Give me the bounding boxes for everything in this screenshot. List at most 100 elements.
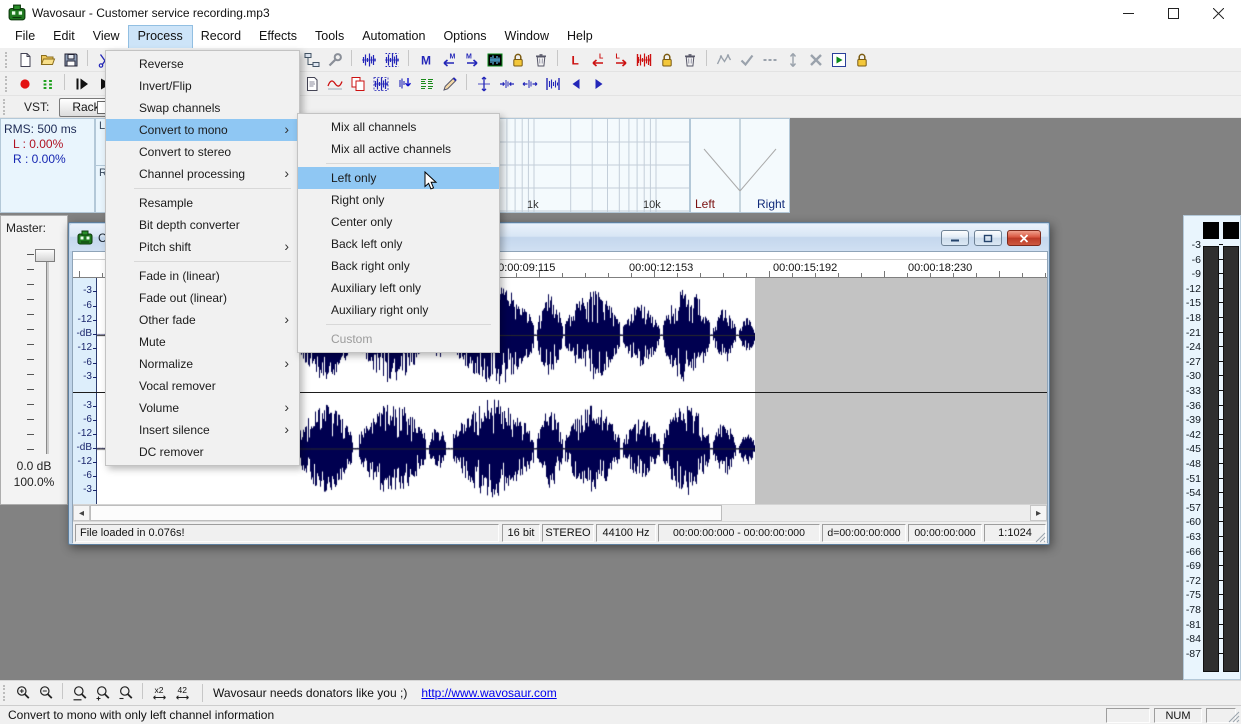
menu-item-mix-all-active-channels[interactable]: Mix all active channels xyxy=(298,138,499,160)
document-restore-button[interactable] xyxy=(974,230,1002,246)
menu-tools[interactable]: Tools xyxy=(306,26,353,48)
menu-item-resample[interactable]: Resample xyxy=(106,192,299,214)
menu-item-swap-channels[interactable]: Swap channels xyxy=(106,97,299,119)
zoom-vertical-button[interactable] xyxy=(472,74,495,94)
zoom-out-wave-button[interactable] xyxy=(518,74,541,94)
resize-grip-icon[interactable] xyxy=(1227,710,1240,723)
marker-view-button[interactable] xyxy=(483,50,506,70)
menu-help[interactable]: Help xyxy=(558,26,602,48)
batch-processor-button[interactable] xyxy=(300,50,323,70)
menu-item-normalize[interactable]: Normalize› xyxy=(106,353,299,375)
menu-item-right-only[interactable]: Right only xyxy=(298,189,499,211)
menu-item-auxiliary-right-only[interactable]: Auxiliary right only xyxy=(298,299,499,321)
next-marker-button[interactable]: M xyxy=(460,50,483,70)
open-file-button[interactable] xyxy=(36,50,59,70)
menu-item-convert-to-mono[interactable]: Convert to mono› xyxy=(106,119,299,141)
zoom-in-button[interactable] xyxy=(11,683,34,703)
next-loop-button[interactable]: L xyxy=(609,50,632,70)
zoom-full-button[interactable] xyxy=(68,683,91,703)
menu-view[interactable]: View xyxy=(84,26,129,48)
menu-item-channel-processing[interactable]: Channel processing› xyxy=(106,163,299,185)
zoom-in-wave-button[interactable] xyxy=(495,74,518,94)
draw-button[interactable] xyxy=(438,74,461,94)
statistics-button[interactable] xyxy=(300,74,323,94)
scrollbar-thumb[interactable] xyxy=(90,505,722,521)
copy-special-button[interactable] xyxy=(346,74,369,94)
monitor-button[interactable] xyxy=(36,74,59,94)
menu-item-insert-silence[interactable]: Insert silence› xyxy=(106,419,299,441)
minimize-button[interactable] xyxy=(1106,0,1151,26)
close-button[interactable] xyxy=(1196,0,1241,26)
wave-tool-1-button[interactable] xyxy=(357,50,380,70)
wave-select-button[interactable] xyxy=(369,74,392,94)
menu-item-auxiliary-left-only[interactable]: Auxiliary left only xyxy=(298,277,499,299)
lock-loops-button[interactable] xyxy=(655,50,678,70)
go-start-button[interactable] xyxy=(564,74,587,94)
menu-options[interactable]: Options xyxy=(434,26,495,48)
menu-item-bit-depth-converter[interactable]: Bit depth converter xyxy=(106,214,299,236)
scroll-right-arrow[interactable]: ▸ xyxy=(1030,505,1047,521)
options-wrench-button[interactable] xyxy=(323,50,346,70)
wavosaur-link[interactable]: http://www.wavosaur.com xyxy=(421,686,556,700)
master-fader-tick xyxy=(27,329,34,330)
loop-view-button[interactable] xyxy=(632,50,655,70)
menu-item-dc-remover[interactable]: DC remover xyxy=(106,441,299,463)
lock-markers-button[interactable] xyxy=(506,50,529,70)
zoom-x2-button[interactable]: x2 xyxy=(148,683,171,703)
meter-scale-label: -9 xyxy=(1184,269,1201,279)
go-end-button[interactable] xyxy=(587,74,610,94)
right-clip-indicator[interactable] xyxy=(1223,222,1239,239)
menu-process[interactable]: Process xyxy=(129,26,192,48)
menu-item-pitch-shift[interactable]: Pitch shift› xyxy=(106,236,299,258)
previous-marker-button[interactable]: M xyxy=(437,50,460,70)
delete-markers-button[interactable] xyxy=(529,50,552,70)
menu-item-other-fade[interactable]: Other fade› xyxy=(106,309,299,331)
menu-window[interactable]: Window xyxy=(496,26,558,48)
menu-item-volume[interactable]: Volume› xyxy=(106,397,299,419)
menu-item-fade-out-linear[interactable]: Fade out (linear) xyxy=(106,287,299,309)
menu-item-center-only[interactable]: Center only xyxy=(298,211,499,233)
menu-effects[interactable]: Effects xyxy=(250,26,306,48)
zoom-out-button[interactable] xyxy=(34,683,57,703)
master-fader-track[interactable] xyxy=(46,252,49,454)
menu-item-back-right-only[interactable]: Back right only xyxy=(298,255,499,277)
document-close-button[interactable] xyxy=(1007,230,1041,246)
scroll-left-arrow[interactable]: ◂ xyxy=(73,505,90,521)
play-envelope-button[interactable] xyxy=(827,50,850,70)
menu-item-fade-in-linear[interactable]: Fade in (linear) xyxy=(106,265,299,287)
zoom-selection-wave-button[interactable] xyxy=(541,74,564,94)
menu-automation[interactable]: Automation xyxy=(353,26,434,48)
menu-item-invert-flip[interactable]: Invert/Flip xyxy=(106,75,299,97)
maximize-button[interactable] xyxy=(1151,0,1196,26)
left-clip-indicator[interactable] xyxy=(1203,222,1219,239)
analysis-button[interactable] xyxy=(323,74,346,94)
menu-item-convert-to-stereo[interactable]: Convert to stereo xyxy=(106,141,299,163)
insert-marker-button[interactable]: M xyxy=(414,50,437,70)
menu-file[interactable]: File xyxy=(6,26,44,48)
menu-item-reverse[interactable]: Reverse xyxy=(106,53,299,75)
delete-loops-button[interactable] xyxy=(678,50,701,70)
menu-edit[interactable]: Edit xyxy=(44,26,84,48)
menu-item-vocal-remover[interactable]: Vocal remover xyxy=(106,375,299,397)
zoom-x4-button[interactable]: 42 xyxy=(171,683,194,703)
wave-tool-2-button[interactable] xyxy=(380,50,403,70)
zoom-sel-out-button[interactable] xyxy=(114,683,137,703)
zoom-sel-in-button[interactable] xyxy=(91,683,114,703)
menu-item-mix-all-channels[interactable]: Mix all channels xyxy=(298,116,499,138)
new-file-button[interactable] xyxy=(13,50,36,70)
menu-item-back-left-only[interactable]: Back left only xyxy=(298,233,499,255)
document-minimize-button[interactable] xyxy=(941,230,969,246)
lock-envelope-button[interactable] xyxy=(850,50,873,70)
save-file-button[interactable] xyxy=(59,50,82,70)
menu-item-mute[interactable]: Mute xyxy=(106,331,299,353)
insert-loop-button[interactable]: L xyxy=(563,50,586,70)
menu-item-left-only[interactable]: Left only xyxy=(298,167,499,189)
play-from-start-button[interactable] xyxy=(70,74,93,94)
resample-view-button[interactable] xyxy=(392,74,415,94)
previous-loop-button[interactable]: L xyxy=(586,50,609,70)
menu-record[interactable]: Record xyxy=(192,26,250,48)
resize-grip-icon[interactable] xyxy=(1034,531,1046,543)
master-fader-handle[interactable] xyxy=(35,249,55,262)
playlist-button[interactable] xyxy=(415,74,438,94)
record-button[interactable] xyxy=(13,74,36,94)
